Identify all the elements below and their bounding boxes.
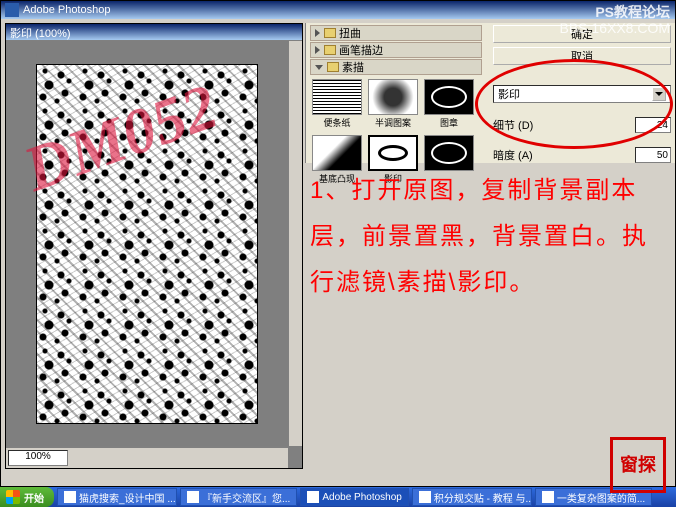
site-watermark-line1: PS教程论坛	[560, 4, 671, 20]
folder-icon	[327, 62, 339, 72]
app-title: Adobe Photoshop	[23, 4, 110, 16]
thumb-image	[312, 135, 362, 171]
app-icon	[5, 3, 19, 17]
folder-icon	[324, 45, 336, 55]
task-icon	[419, 491, 431, 503]
filter-controls: 确定 取消 影印 细节 (D)暗度 (A)	[493, 25, 671, 163]
windows-icon	[6, 490, 20, 504]
taskbar: 开始 猫虎搜索_设计中国 ... 『新手交流区』您... Adobe Photosh…	[0, 487, 676, 507]
canvas-image	[36, 64, 258, 424]
start-button[interactable]: 开始	[0, 487, 54, 507]
thumb-image	[424, 79, 474, 115]
triangle-icon	[315, 29, 320, 37]
vertical-scrollbar[interactable]	[288, 41, 302, 446]
chevron-down-icon	[652, 87, 666, 101]
filter-thumb[interactable]: 图章	[424, 79, 474, 129]
thumb-image	[368, 79, 418, 115]
thumb-image	[424, 135, 474, 171]
slider-label: 暗度 (A)	[493, 147, 533, 163]
slider-label: 细节 (D)	[493, 117, 533, 133]
thumb-label: 图章	[424, 116, 474, 129]
filter-dropdown-label: 影印	[498, 86, 520, 102]
slider-value-input[interactable]	[635, 147, 671, 163]
task-icon	[64, 491, 76, 503]
category-label: 素描	[342, 59, 364, 75]
task-icon	[187, 491, 199, 503]
filter-category[interactable]: 画笔描边	[310, 42, 482, 58]
triangle-icon	[315, 65, 323, 70]
filter-category[interactable]: 素描	[310, 59, 482, 75]
task-icon	[542, 491, 554, 503]
slider-row: 暗度 (A)	[493, 147, 671, 163]
document-title: 影印 (100%)	[10, 28, 71, 40]
filter-thumb[interactable]: 便条纸	[312, 79, 362, 129]
red-seal: 窗探	[610, 437, 666, 493]
site-watermark: PS教程论坛 BBS.16XX8.COM	[560, 4, 671, 36]
triangle-icon	[315, 46, 320, 54]
taskbar-item[interactable]: 积分规交贴 - 教程 与...	[412, 488, 532, 506]
pattern-artwork	[37, 65, 257, 423]
taskbar-item[interactable]: 猫虎搜索_设计中国 ...	[57, 488, 177, 506]
slider-value-input[interactable]	[635, 117, 671, 133]
filter-dropdown[interactable]: 影印	[493, 85, 671, 103]
filter-gallery-panel: 扭曲画笔描边素描 便条纸半调图案图章基底凸现影印 确定 取消 影印 细节 (D)…	[305, 23, 675, 163]
task-label: 积分规交贴 - 教程 与...	[434, 490, 532, 505]
category-label: 画笔描边	[339, 42, 383, 58]
site-watermark-line2: BBS.16XX8.COM	[560, 20, 671, 36]
filter-category-list: 扭曲画笔描边素描	[310, 25, 482, 76]
task-label: 猫虎搜索_设计中国 ...	[79, 490, 176, 505]
filter-category[interactable]: 扭曲	[310, 25, 482, 41]
task-icon	[307, 491, 319, 503]
thumb-image	[312, 79, 362, 115]
taskbar-item[interactable]: Adobe Photoshop	[300, 488, 409, 506]
folder-icon	[324, 28, 336, 38]
horizontal-scrollbar[interactable]: 100%	[6, 448, 288, 468]
start-label: 开始	[24, 490, 44, 505]
taskbar-item[interactable]: 『新手交流区』您...	[180, 488, 297, 506]
thumb-image	[368, 135, 418, 171]
zoom-input[interactable]: 100%	[8, 450, 68, 466]
filter-thumb[interactable]: 半调图案	[368, 79, 418, 129]
thumb-label: 便条纸	[312, 116, 362, 129]
seal-text: 窗探	[620, 455, 656, 475]
canvas-area[interactable]	[6, 41, 288, 446]
slider-row: 细节 (D)	[493, 117, 671, 133]
instruction-text: 1、打开原图，复制背景副本层，前景置黑，背景置白。执行滤镜\素描\影印。	[310, 168, 672, 306]
task-label: Adobe Photoshop	[322, 492, 402, 503]
task-label: 『新手交流区』您...	[202, 490, 290, 505]
document-title-bar[interactable]: 影印 (100%)	[6, 24, 302, 40]
category-label: 扭曲	[339, 25, 361, 41]
cancel-button[interactable]: 取消	[493, 47, 671, 65]
thumb-label: 半调图案	[368, 116, 418, 129]
document-window: 影印 (100%) 100%	[5, 23, 303, 469]
